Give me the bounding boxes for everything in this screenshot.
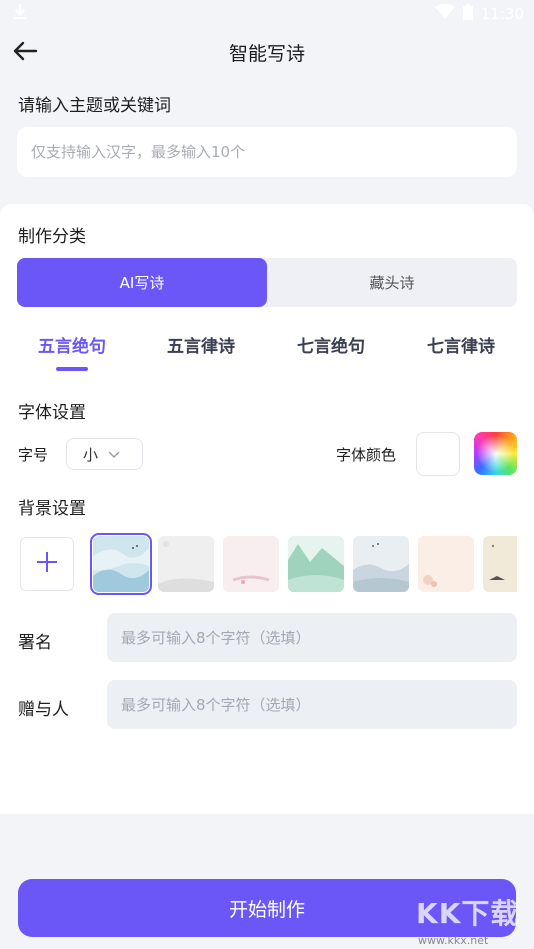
topic-input[interactable]	[17, 127, 517, 177]
font-size-label: 字号	[18, 446, 49, 464]
tab-wuyan-jueju[interactable]: 五言绝句	[38, 332, 106, 357]
font-color-label: 字体颜色	[336, 446, 397, 464]
back-arrow-icon	[12, 41, 38, 65]
download-icon	[12, 3, 28, 25]
add-background-button[interactable]	[20, 537, 74, 591]
background-thumb-gray-paper[interactable]	[158, 536, 214, 592]
category-option-ai-poem[interactable]: AI写诗	[17, 258, 267, 307]
font-color-white-swatch[interactable]	[416, 432, 460, 476]
recipient-label: 赠与人	[18, 700, 69, 720]
chevron-down-icon	[108, 445, 120, 463]
active-tab-indicator	[56, 367, 88, 371]
category-segmented-control: AI写诗 藏头诗	[17, 258, 517, 307]
font-size-dropdown[interactable]: 小	[66, 438, 143, 470]
background-thumb-beige-figure[interactable]	[483, 536, 517, 592]
topic-label: 请输入主题或关键词	[18, 96, 171, 116]
category-option-acrostic[interactable]: 藏头诗	[267, 258, 517, 307]
battery-icon	[462, 4, 473, 24]
font-settings-label: 字体设置	[18, 403, 86, 423]
font-size-value: 小	[83, 445, 99, 464]
background-settings-label: 背景设置	[18, 499, 86, 519]
signature-label: 署名	[18, 633, 52, 653]
plus-icon	[36, 551, 58, 577]
tab-qiyan-jueju[interactable]: 七言绝句	[297, 332, 365, 357]
background-thumb-misty-landscape[interactable]	[353, 536, 409, 592]
category-label: 制作分类	[18, 227, 86, 247]
background-thumb-green-mountains[interactable]	[288, 536, 344, 592]
start-button[interactable]: 开始制作	[18, 879, 516, 937]
background-thumb-ink-landscape[interactable]	[90, 533, 152, 595]
back-button[interactable]	[10, 38, 40, 68]
background-thumb-peach-paper[interactable]	[418, 536, 474, 592]
status-bar: 11:30	[0, 0, 534, 28]
background-thumb-pink-paper[interactable]	[223, 536, 279, 592]
tab-qiyan-lvshi[interactable]: 七言律诗	[427, 332, 495, 357]
signature-field[interactable]	[107, 613, 517, 662]
nav-bar: 智能写诗	[0, 28, 534, 76]
color-picker-icon[interactable]	[474, 432, 517, 475]
poem-form-tabs: 五言绝句 五言律诗 七言绝句 七言律诗	[0, 332, 534, 374]
tab-wuyan-lvshi[interactable]: 五言律诗	[167, 332, 235, 357]
recipient-field[interactable]	[107, 680, 517, 729]
wifi-icon	[434, 3, 455, 24]
status-time: 11:30	[480, 5, 524, 23]
page-title: 智能写诗	[228, 42, 305, 65]
